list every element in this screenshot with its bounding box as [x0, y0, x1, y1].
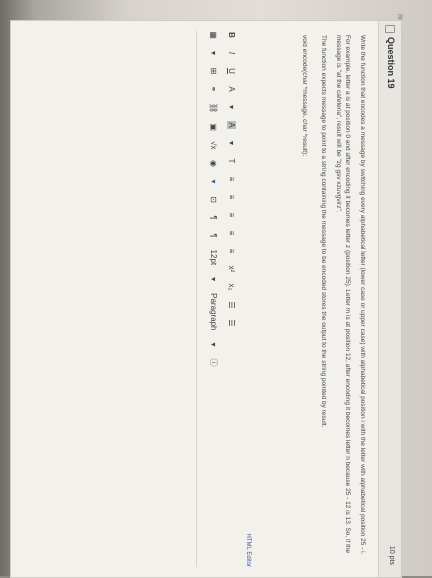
numbered-list-button[interactable]: ☰ — [228, 319, 237, 327]
chevron-down-icon[interactable]: ▾ — [210, 340, 219, 348]
chevron-down-icon[interactable]: ▾ — [228, 103, 237, 111]
editor-toolbar: B I U A ▾ A ▾ T ≡ ≡ ≡ ≡ ≡ x² x₂ ☰ ☰ ▦ ▾ … — [201, 31, 241, 567]
subscript-button[interactable]: x₂ — [228, 283, 237, 291]
rtl-icon[interactable]: ¶ — [210, 232, 219, 240]
indent-button[interactable]: ≡ — [228, 247, 237, 255]
question-card: Question 19 10 pts Write the function th… — [10, 20, 402, 578]
link-icon[interactable]: ⚭ — [210, 85, 219, 93]
accessibility-icon[interactable]: ⓘ — [209, 358, 220, 366]
highlight-button[interactable]: A — [227, 121, 237, 129]
math-icon[interactable]: √x — [210, 141, 219, 149]
question-points: 10 pts — [388, 545, 395, 565]
toolbar-row-2: ▦ ▾ ⊞ ⚭ ⛓ ▣ √x ◉ ▾ ⊡ ¶ ¶ 12pt ▾ Paragrap… — [205, 31, 223, 567]
chevron-down-icon[interactable]: ▾ — [210, 275, 219, 283]
unlink-icon[interactable]: ⛓ — [210, 103, 219, 113]
paragraph-select[interactable]: Paragraph — [210, 293, 219, 330]
underline-button[interactable]: U — [228, 67, 237, 75]
question-title: Question 19 — [386, 37, 396, 89]
font-size-select[interactable]: 12pt — [210, 250, 219, 266]
question-paragraph: For example, letter a is at position 0 a… — [335, 35, 351, 554]
lti-tool-icon[interactable]: ◉ — [210, 160, 219, 168]
align-right-button[interactable]: ≡ — [228, 211, 237, 219]
ltr-icon[interactable]: ¶ — [210, 214, 219, 222]
html-editor-link[interactable]: HTML Editor — [245, 534, 251, 567]
chevron-down-icon[interactable]: ▾ — [210, 178, 219, 186]
media-icon[interactable]: ▣ — [210, 123, 219, 131]
italic-button[interactable]: I — [228, 49, 237, 57]
question-flag-icon[interactable] — [385, 25, 395, 33]
chevron-down-icon[interactable]: ▾ — [210, 49, 219, 57]
image-icon[interactable]: ⊞ — [210, 67, 219, 75]
text-color-button[interactable]: A — [228, 85, 237, 93]
question-paragraph: Write the function that encodes a messag… — [359, 35, 366, 555]
answer-editor[interactable] — [16, 31, 197, 567]
table-icon[interactable]: ▦ — [210, 31, 219, 39]
align-center-button[interactable]: ≡ — [228, 193, 237, 201]
rotated-page: Question 19 10 pts Write the function th… — [0, 0, 432, 578]
chevron-down-icon[interactable]: ▾ — [228, 139, 237, 147]
clear-format-button[interactable]: T — [228, 157, 237, 165]
screen-background: Bluetooth Question 19 10 pts Write the f… — [0, 0, 432, 578]
embed-icon[interactable]: ⊡ — [210, 196, 219, 204]
align-left-button[interactable]: ≡ — [228, 175, 237, 183]
question-paragraph: The function expects message to point to… — [320, 35, 327, 428]
question-header: Question 19 10 pts — [378, 21, 401, 577]
superscript-button[interactable]: x² — [228, 265, 237, 273]
bullet-list-button[interactable]: ☰ — [228, 301, 237, 309]
justify-button[interactable]: ≡ — [228, 229, 237, 237]
function-signature: void encode(char *message, char *result)… — [301, 35, 308, 157]
bold-button[interactable]: B — [228, 31, 237, 39]
toolbar-row-1: B I U A ▾ A ▾ T ≡ ≡ ≡ ≡ ≡ x² x₂ ☰ ☰ — [223, 31, 241, 567]
question-body: Write the function that encodes a messag… — [290, 35, 367, 555]
